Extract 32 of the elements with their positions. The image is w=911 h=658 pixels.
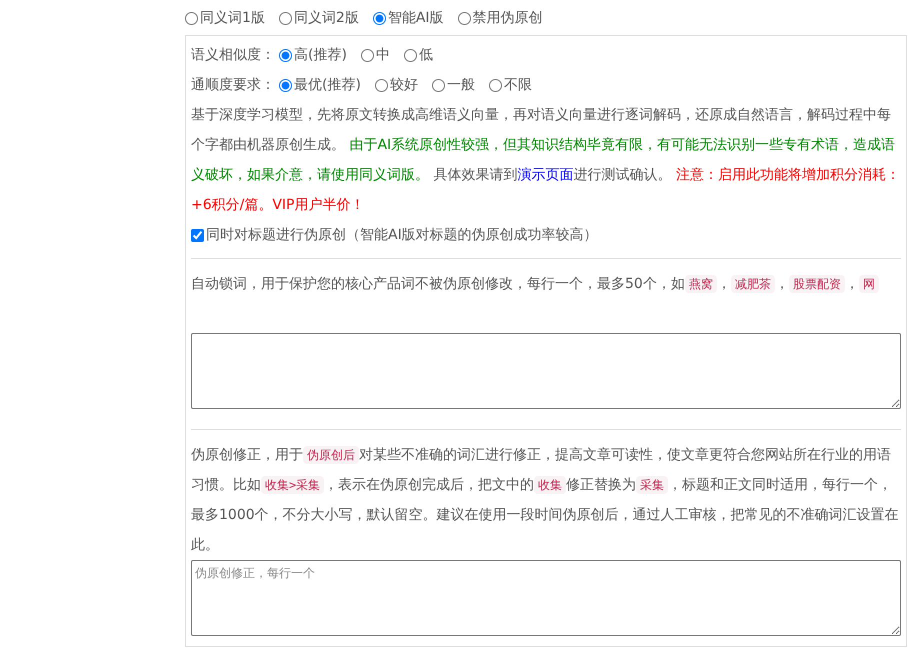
demo-page-link[interactable]: 演示页面 [517,167,574,183]
title-checkbox[interactable] [191,228,204,242]
radio-button[interactable] [278,12,292,25]
radio-button[interactable] [488,78,502,92]
radio-label[interactable]: 禁用伪原创 [472,8,543,29]
radio-label[interactable]: 同义词2版 [294,8,359,29]
correction-description: 伪原创修正，用于 伪原创后 对某些不准确的词汇进行修正，提高文章可读性，使文章更符合您网站所在行业的用语习惯。比如 收集>采集 ，表示在伪原创完成后，把文中的 收集 修正替换为 采集 ，标题和正文同时适用，每行一个，最多1000个，不分大小写，默认留空。建议在使用一段时间伪原创后，通过人工审核，把常见的不准确词汇设置在此。 [191,445,900,555]
radio-label[interactable]: 同义词1版 [200,8,265,29]
radio-button[interactable] [432,78,445,92]
radio-button[interactable] [404,48,417,62]
correction-textarea[interactable]: 伪原创修正，每行一个 [191,560,901,636]
radio-button[interactable] [372,12,386,25]
lock-words-description: 自动锁词，用于保护您的核心产品词不被伪原创修改，每行一个，最多50个，如 燕窝 ， 减肥茶 ， 股票配资 ， 网 [191,269,901,299]
checkbox-label[interactable]: 同时对标题进行伪原创（智能AI版对标题的伪原创成功率较高） [206,220,598,250]
radio-label[interactable]: 不限 [504,70,532,100]
lock-words-textarea[interactable] [191,333,901,409]
radio-button[interactable] [279,48,292,62]
radio-label[interactable]: 高(推荐) [294,40,347,70]
radio-label[interactable]: 较好 [390,70,418,100]
ai-description: 基于深度学习模型，先将原文转换成高维语义向量，再对语义向量进行逐词解码，还原成自然语言，解码过程中每个字都由机器原创生成。 由于AI系统原创性较强，但其知识结构毕竟有限，有可能无法识别一些专有术语，造成语义破坏，如果介意，请使用同义词版。 具体效果请到演示页面进行测试确认。 注意：启用此功能将增加积分消耗：+6积分/篇。VIP用户半价！ [191,106,901,215]
radio-button[interactable] [458,12,471,25]
radio-button[interactable] [374,78,388,92]
radio-label[interactable]: 低 [418,40,433,70]
radio-label[interactable]: 一般 [446,70,475,100]
radio-label[interactable]: 智能AI版 [388,8,444,29]
setting-label: 通顺度要求： [191,76,275,95]
radio-button[interactable] [185,12,198,25]
setting-label: 语义相似度： [191,46,275,65]
radio-button[interactable] [360,48,374,62]
radio-label[interactable]: 最优(推荐) [294,70,361,100]
radio-label[interactable]: 中 [376,40,390,70]
radio-button[interactable] [279,78,292,92]
